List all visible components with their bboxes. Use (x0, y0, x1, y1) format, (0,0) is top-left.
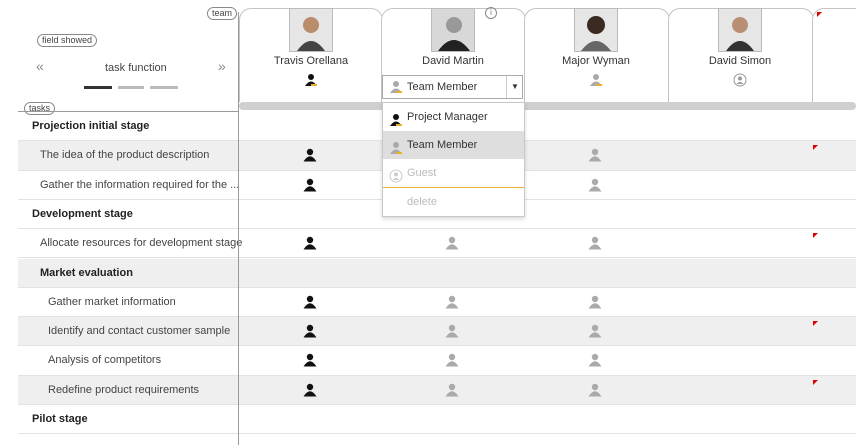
flag-marker (813, 379, 818, 385)
menu-item-team-member[interactable]: Team Member (383, 131, 524, 159)
team-member-icon (389, 138, 403, 154)
info-icon[interactable]: i (485, 7, 497, 19)
member-david-simon: David Simon (669, 0, 811, 87)
team-member-icon[interactable] (588, 178, 602, 192)
flag-marker (813, 321, 818, 327)
team-member-icon[interactable] (588, 295, 602, 309)
menu-item-delete[interactable]: delete (383, 188, 524, 216)
menu-item-project-manager[interactable]: Project Manager (383, 103, 524, 131)
chevron-down-icon[interactable]: ▼ (506, 76, 523, 98)
flag-marker (813, 145, 818, 151)
row-label: Allocate resources for development stage (40, 237, 243, 250)
team-member-icon[interactable] (588, 324, 602, 338)
task-row[interactable]: Allocate resources for development stage (18, 229, 856, 259)
team-member-icon[interactable] (445, 236, 459, 250)
member-name: David Martin (422, 55, 484, 67)
row-label: Redefine product requirements (48, 383, 200, 396)
team-member-icon[interactable] (445, 383, 459, 397)
menu-item-label: Guest (407, 167, 437, 179)
team-member-icon (389, 80, 403, 94)
horizontal-scrollbar[interactable] (239, 102, 856, 110)
role-dropdown-menu: Project Manager Team Member Guest delete (382, 102, 525, 217)
row-label: The idea of the product description (40, 149, 210, 162)
avatar (718, 8, 762, 52)
team-member-icon[interactable] (445, 353, 459, 367)
section-row[interactable]: Market evaluation (18, 258, 856, 288)
section-row[interactable]: Pilot stage (18, 405, 856, 435)
member-name: David Simon (708, 55, 772, 67)
task-row[interactable]: Analysis of competitors (18, 346, 856, 376)
guest-icon (389, 166, 403, 183)
menu-item-label: Team Member (407, 139, 478, 151)
team-member-icon[interactable] (588, 148, 602, 162)
guest-icon[interactable] (733, 73, 747, 87)
team-member-icon[interactable] (445, 324, 459, 338)
prev-page-arrow[interactable]: « (36, 58, 44, 74)
row-label: Gather market information (48, 295, 176, 308)
avatar (289, 8, 333, 52)
row-label: Market evaluation (40, 266, 133, 279)
project-manager-icon[interactable] (304, 73, 318, 87)
project-manager-icon[interactable] (303, 236, 317, 250)
avatar (431, 8, 475, 52)
row-label: Projection initial stage (32, 120, 150, 132)
project-manager-icon (389, 110, 403, 126)
project-manager-icon[interactable] (303, 324, 317, 338)
member-name: Major Wyman (562, 55, 630, 67)
row-label: Analysis of competitors (48, 354, 162, 367)
task-row[interactable]: Identify and contact customer sample (18, 317, 856, 347)
task-function-label: task function (105, 62, 167, 74)
page-indicator-active[interactable] (84, 86, 112, 89)
project-manager-icon[interactable] (303, 295, 317, 309)
flag-marker (813, 233, 818, 239)
row-label: Pilot stage (32, 413, 88, 425)
project-manager-icon[interactable] (303, 148, 317, 162)
row-label: Development stage (32, 207, 133, 220)
project-manager-icon[interactable] (303, 178, 317, 192)
page-indicator[interactable] (118, 86, 144, 89)
field-showed-label[interactable]: field showed (37, 34, 98, 47)
member-major-wyman: Major Wyman (525, 0, 667, 87)
next-page-arrow[interactable]: » (218, 58, 226, 74)
task-row[interactable]: Redefine product requirements (18, 375, 856, 405)
team-member-icon[interactable] (589, 73, 603, 87)
project-manager-icon[interactable] (303, 353, 317, 367)
project-manager-icon[interactable] (303, 383, 317, 397)
flag-marker (817, 12, 822, 17)
team-member-icon[interactable] (445, 295, 459, 309)
member-column-header (812, 8, 856, 102)
member-name: Travis Orellana (273, 55, 349, 67)
page-indicator[interactable] (150, 86, 178, 89)
team-member-icon[interactable] (588, 236, 602, 250)
team-member-icon[interactable] (588, 353, 602, 367)
tasks-divider (238, 12, 239, 445)
team-label: team (207, 7, 238, 20)
avatar (574, 8, 618, 52)
menu-item-label: delete (407, 196, 437, 208)
menu-item-guest[interactable]: Guest (383, 159, 524, 188)
team-member-icon[interactable] (588, 383, 602, 397)
row-label: Gather the information required for the … (40, 178, 240, 191)
task-row[interactable]: Gather market information (18, 288, 856, 318)
menu-item-label: Project Manager (407, 111, 488, 123)
member-david-martin: i David Martin (382, 0, 524, 67)
role-select-value: Team Member (407, 81, 478, 93)
row-label: Identify and contact customer sample (48, 325, 231, 338)
role-select[interactable]: Team Member ▼ (382, 75, 523, 99)
member-travis-orellana: Travis Orellana (240, 0, 382, 87)
